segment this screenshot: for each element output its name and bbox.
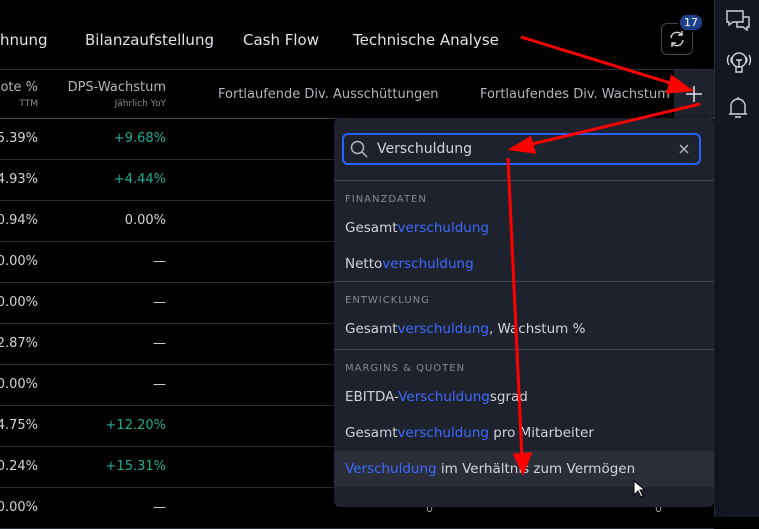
divider: [334, 281, 714, 282]
cell-value: 34.75%: [0, 418, 38, 433]
result-prefix: Netto: [345, 256, 383, 272]
cell-value: 14.93%: [0, 172, 38, 187]
column-header[interactable]: uote %: [0, 80, 38, 95]
cell-value: 0.00%: [0, 377, 38, 392]
column-header[interactable]: Fortlaufende Div. Ausschüttungen: [218, 87, 438, 102]
cell-value: 0.94%: [0, 213, 38, 228]
result-prefix: Gesamt: [345, 321, 398, 337]
cell-value: +4.44%: [113, 172, 166, 187]
column-search-dropdown: Verschuldung FINANZDATEN Gesamtverschuldu…: [334, 118, 714, 507]
result-match: verschuldung: [397, 425, 489, 441]
result-suffix: im Verhältnis zum Vermögen: [436, 461, 636, 477]
cell-value: +15.31%: [105, 459, 166, 474]
result-suffix: sgrad: [489, 389, 528, 405]
divider: [334, 180, 714, 181]
bell-icon[interactable]: [725, 95, 751, 121]
add-column-button[interactable]: [674, 70, 714, 118]
result-match: verschuldung: [397, 321, 489, 337]
result-prefix: Gesamt: [345, 220, 398, 236]
tab-income[interactable]: hnung: [0, 31, 48, 49]
result-match: Verschuldung: [398, 389, 490, 405]
cell-value: 0.00%: [0, 295, 38, 310]
cell-value: 0.00%: [0, 254, 38, 269]
plus-icon: [686, 86, 702, 102]
search-result-item[interactable]: Gesamtverschuldung pro Mitarbeiter: [334, 415, 714, 451]
tab-balance-sheet[interactable]: Bilanzaufstellung: [85, 31, 214, 49]
mouse-cursor-icon: [633, 479, 647, 502]
search-icon: [350, 140, 368, 158]
result-suffix: , Wachstum %: [488, 321, 586, 337]
column-subheader: TTM: [19, 99, 38, 109]
chat-icon[interactable]: [725, 8, 751, 34]
result-prefix: EBITDA-: [345, 389, 399, 405]
search-result-item[interactable]: Nettoverschuldung: [334, 246, 714, 282]
result-match: verschuldung: [382, 256, 474, 272]
search-result-item[interactable]: Verschuldung im Verhältnis zum Vermögen: [334, 451, 714, 487]
search-input[interactable]: Verschuldung: [342, 133, 701, 165]
search-result-item[interactable]: Gesamtverschuldung, Wachstum %: [334, 311, 714, 347]
result-suffix: pro Mitarbeiter: [488, 425, 594, 441]
notification-badge: 17: [678, 13, 704, 32]
cell-value: —: [153, 336, 166, 351]
cell-value: +9.68%: [113, 131, 166, 146]
section-label: MARGINS & QUOTEN: [345, 363, 466, 374]
section-label: ENTWICKLUNG: [345, 295, 430, 306]
cell-value: 0.00%: [0, 500, 38, 515]
section-label: FINANZDATEN: [345, 194, 427, 205]
search-value: Verschuldung: [377, 141, 473, 157]
result-prefix: Gesamt: [345, 425, 398, 441]
result-match: verschuldung: [397, 220, 489, 236]
search-result-item[interactable]: EBITDA-Verschuldungsgrad: [334, 379, 714, 415]
cell-value: 25.39%: [0, 131, 38, 146]
column-header[interactable]: Fortlaufendes Div. Wachstum: [480, 87, 670, 102]
search-result-item[interactable]: Gesamtverschuldung: [334, 210, 714, 246]
tab-cash-flow[interactable]: Cash Flow: [243, 31, 319, 49]
result-match: Verschuldung: [345, 461, 437, 477]
column-header[interactable]: DPS-Wachstum: [68, 80, 166, 95]
tab-technical-analysis[interactable]: Technische Analyse: [353, 31, 499, 49]
close-icon[interactable]: [679, 144, 689, 154]
right-sidebar: [714, 0, 759, 517]
cell-value: 70.24%: [0, 459, 38, 474]
cell-value: —: [153, 500, 166, 515]
divider: [334, 349, 714, 350]
refresh-icon: [670, 31, 684, 47]
table-header: uote % TTM DPS-Wachstum Jährlich YoY For…: [0, 70, 714, 119]
tab-bar: hnung Bilanzaufstellung Cash Flow Techni…: [0, 0, 714, 70]
cell-value: —: [153, 295, 166, 310]
idea-bulb-icon[interactable]: [725, 50, 753, 76]
cell-value: —: [153, 377, 166, 392]
cell-value: 2.87%: [0, 336, 38, 351]
column-subheader: Jährlich YoY: [114, 99, 166, 109]
cell-value: +12.20%: [105, 418, 166, 433]
cell-value: —: [153, 254, 166, 269]
cell-value: 0.00%: [124, 213, 166, 228]
